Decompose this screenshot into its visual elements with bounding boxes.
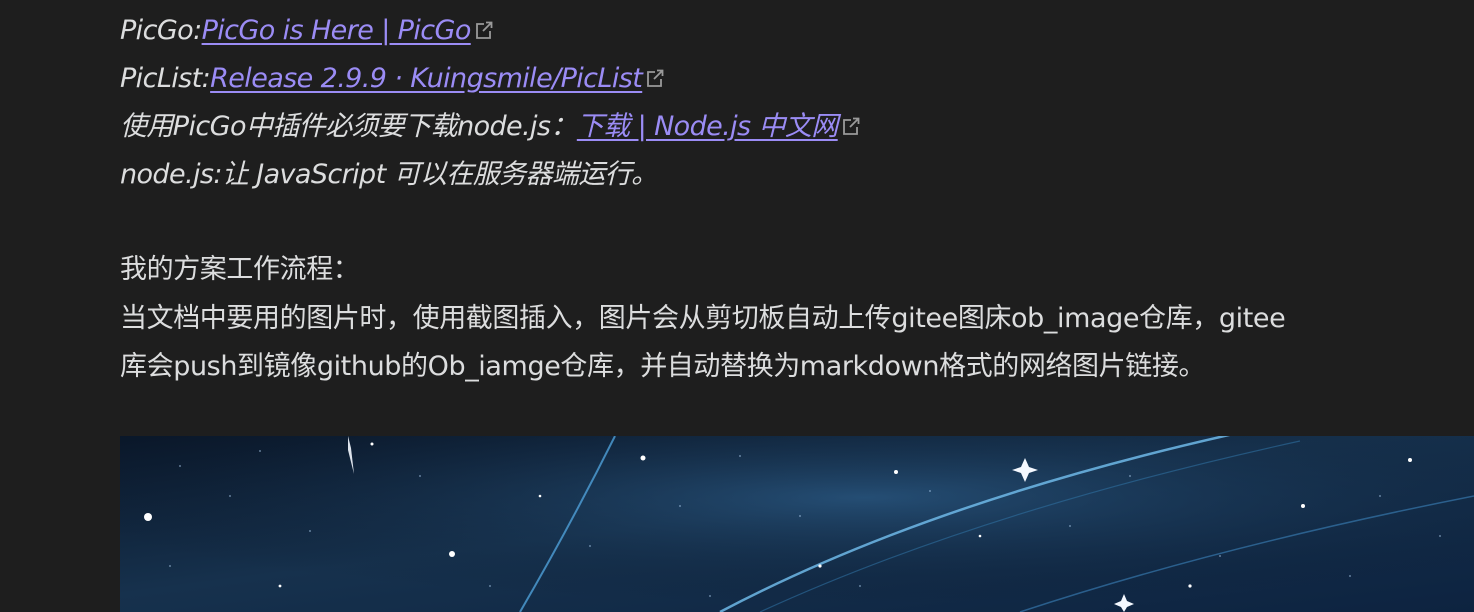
piclist-line: PicList:Release 2.9.9 · Kuingsmile/PicLi… [120,62,664,96]
embedded-starry-image[interactable] [120,436,1474,612]
picgo-line: PicGo:PicGo is Here | PicGo [120,14,493,48]
nodejs-download-link[interactable]: 下载 | Node.js 中文网 [577,111,838,142]
nodejs-note: node.js:让 JavaScript 可以在服务器端运行。 [120,159,658,190]
piclist-prefix: PicList: [120,63,211,94]
picgo-prefix: PicGo: [120,15,202,46]
piclist-link[interactable]: Release 2.9.9 · Kuingsmile/PicList [210,63,643,94]
picgo-link[interactable]: PicGo is Here | PicGo [202,15,472,46]
workflow-heading: 我的方案工作流程： [120,254,360,285]
external-link-icon [840,115,860,137]
nodejs-download-prefix: 使用PicGo中插件必须要下载node.js： [120,111,577,142]
starry-sky-illustration [120,436,1474,612]
nodejs-download-line: 使用PicGo中插件必须要下载node.js：下载 | Node.js 中文网 [120,110,860,144]
workflow-line-2: 库会push到镜像github的Ob_iamge仓库，并自动替换为markdow… [120,351,1206,382]
external-link-icon [473,19,493,41]
workflow-line-1: 当文档中要用的图片时，使用截图插入，图片会从剪切板自动上传gitee图床ob_i… [120,303,1286,334]
external-link-icon [644,67,664,89]
